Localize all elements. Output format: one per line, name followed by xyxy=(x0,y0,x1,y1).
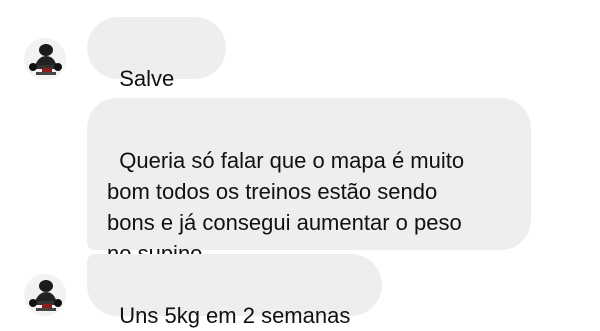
sender-avatar-icon[interactable] xyxy=(24,274,66,316)
message-text: Queria só falar que o mapa é muito bom t… xyxy=(107,148,465,266)
message-text: Uns 5kg em 2 semanas xyxy=(119,303,351,328)
avatar-image xyxy=(24,38,66,80)
sender-avatar-icon[interactable] xyxy=(24,38,66,80)
message-bubble[interactable]: Salve luiz xyxy=(87,17,226,122)
avatar-image xyxy=(24,274,66,316)
message-bubble[interactable]: Uns 5kg em 2 semanas xyxy=(87,254,382,328)
message-bubble[interactable]: Queria só falar que o mapa é muito bom t… xyxy=(87,98,531,266)
